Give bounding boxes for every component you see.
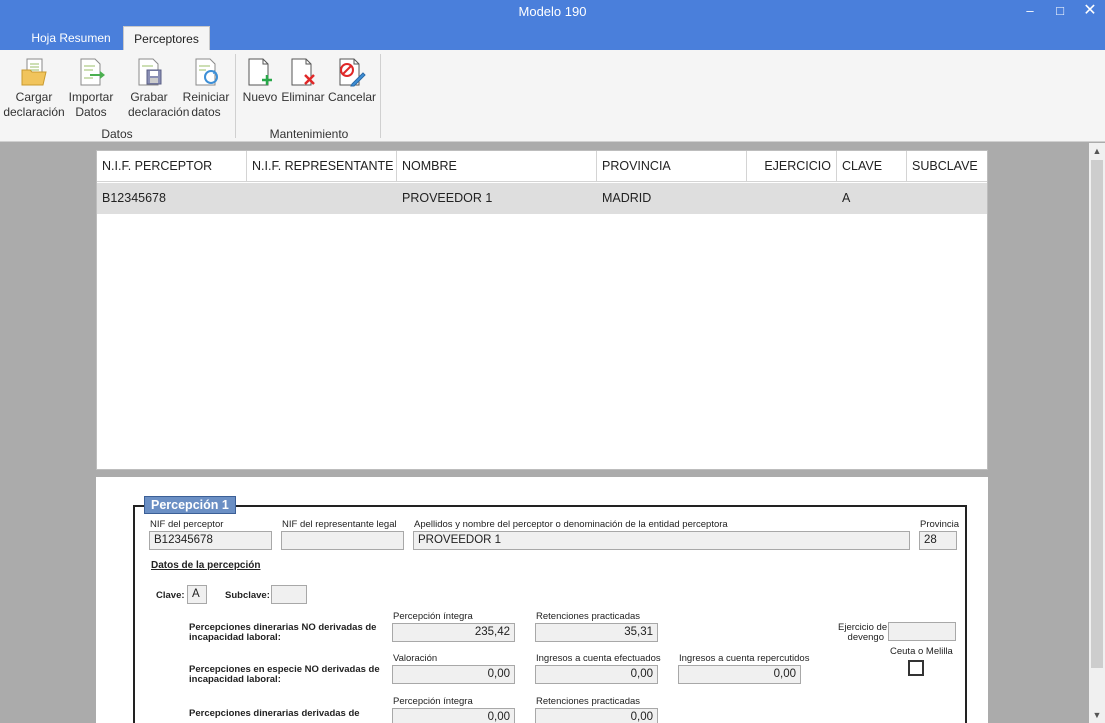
ingresos-efectuados-label: Ingresos a cuenta efectuados xyxy=(536,653,661,664)
nif-perceptor-label: NIF del perceptor xyxy=(150,519,224,530)
cell-provincia: MADRID xyxy=(602,191,652,205)
group-datos-label: Datos xyxy=(101,127,133,141)
folder-document-icon xyxy=(21,58,47,86)
cell-nif-perceptor: B12345678 xyxy=(102,191,166,205)
clave-label: Clave: xyxy=(156,590,185,601)
cancelar-label: Cancelar xyxy=(328,90,377,104)
maximize-button[interactable]: □ xyxy=(1046,1,1074,23)
clave-field[interactable]: A xyxy=(187,585,207,604)
reiniciar-label-2: datos xyxy=(191,105,221,119)
ingresos-repercutidos-label: Ingresos a cuenta repercutidos xyxy=(679,653,810,664)
column-header-provincia[interactable]: PROVINCIA xyxy=(597,151,747,182)
column-header-nif-perceptor[interactable]: N.I.F. PERCEPTOR xyxy=(97,151,247,182)
provincia-field[interactable]: 28 xyxy=(919,531,957,550)
ceuta-melilla-checkbox[interactable] xyxy=(908,660,924,676)
tab-bar: Hoja Resumen Perceptores xyxy=(0,26,1105,50)
scroll-down-arrow-icon[interactable]: ▼ xyxy=(1089,707,1105,723)
cargar-declaracion-button[interactable]: Cargar declaración xyxy=(3,56,65,120)
ribbon-separator xyxy=(235,54,236,138)
ejercicio-devengo-field[interactable] xyxy=(888,622,956,641)
retenciones-incapacidad-label: Retenciones practicadas xyxy=(536,696,641,707)
importar-label-1: Importar xyxy=(68,90,114,104)
column-header-subclave[interactable]: SUBCLAVE xyxy=(907,151,987,182)
reiniciar-datos-button[interactable]: Reiniciar datos xyxy=(181,56,231,120)
vertical-scrollbar[interactable]: ▲ ▼ xyxy=(1089,143,1105,723)
title-bar: Modelo 190 ‒ □ ✕ xyxy=(0,0,1105,26)
cell-nombre: PROVEEDOR 1 xyxy=(402,191,493,205)
tab-perceptores[interactable]: Perceptores xyxy=(123,26,210,50)
percepcion-integra-incapacidad-label: Percepción íntegra xyxy=(393,696,473,707)
nombre-label: Apellidos y nombre del perceptor o denom… xyxy=(414,519,728,530)
column-header-nif-representante[interactable]: N.I.F. REPRESENTANTE xyxy=(247,151,397,182)
delete-document-icon xyxy=(291,58,315,86)
table-row[interactable]: B12345678 PROVEEDOR 1 MADRID A xyxy=(97,183,987,214)
percepciones-dinerarias-incapacidad-label: Percepciones dinerarias derivadas de xyxy=(189,708,360,719)
datos-percepcion-title: Datos de la percepción xyxy=(151,560,261,571)
group-mantenimiento-label: Mantenimiento xyxy=(269,127,349,141)
cell-subclave xyxy=(907,183,987,214)
refresh-document-icon xyxy=(195,58,218,86)
subclave-field[interactable] xyxy=(271,585,307,604)
percepcion-integra-label: Percepción íntegra xyxy=(393,611,473,622)
grabar-declaracion-button[interactable]: Grabar declaración xyxy=(128,56,190,120)
importar-label-2: Datos xyxy=(75,105,107,119)
cell-clave: A xyxy=(842,191,851,205)
reiniciar-label-1: Reiniciar xyxy=(182,90,230,104)
cargar-label-2: declaración xyxy=(3,105,65,119)
percepcion-integra-field[interactable]: 235,42 xyxy=(392,623,515,642)
valoracion-field[interactable]: 0,00 xyxy=(392,665,515,684)
nombre-field[interactable]: PROVEEDOR 1 xyxy=(413,531,910,550)
import-document-icon xyxy=(80,58,105,86)
ingresos-efectuados-field[interactable]: 0,00 xyxy=(535,665,658,684)
eliminar-button[interactable]: Eliminar xyxy=(281,56,325,105)
percepciones-dinerarias-label-2: incapacidad laboral: xyxy=(189,632,281,643)
percepcion-legend: Percepción 1 xyxy=(144,496,236,514)
valoracion-label: Valoración xyxy=(393,653,438,664)
cell-ejercicio xyxy=(747,183,837,214)
eliminar-label: Eliminar xyxy=(281,90,325,104)
provincia-label: Provincia xyxy=(920,519,960,530)
save-document-icon xyxy=(138,58,162,86)
ingresos-repercutidos-field[interactable]: 0,00 xyxy=(678,665,801,684)
cell-nif-representante xyxy=(247,183,397,214)
column-header-ejercicio[interactable]: EJERCICIO xyxy=(747,151,837,182)
cancelar-button[interactable]: Cancelar xyxy=(328,56,377,105)
minimize-button[interactable]: ‒ xyxy=(1016,1,1044,23)
percepcion-form-sheet: Percepción 1 NIF del perceptor B12345678… xyxy=(96,477,988,723)
nif-representante-label: NIF del representante legal xyxy=(282,519,397,530)
percepciones-especie-label-2: incapacidad laboral: xyxy=(189,674,281,685)
subclave-label: Subclave: xyxy=(225,590,270,601)
ribbon-separator-end xyxy=(380,54,381,138)
nif-representante-field[interactable] xyxy=(281,531,404,550)
scrollbar-thumb[interactable] xyxy=(1091,160,1103,668)
nuevo-label: Nuevo xyxy=(242,90,278,104)
close-button[interactable]: ✕ xyxy=(1076,1,1104,23)
grabar-label-2: declaración xyxy=(128,105,190,119)
ceuta-melilla-label: Ceuta o Melilla xyxy=(890,646,953,657)
importar-datos-button[interactable]: Importar Datos xyxy=(66,56,116,120)
ejercicio-devengo-label-2: devengo xyxy=(847,632,884,643)
column-header-clave[interactable]: CLAVE xyxy=(837,151,907,182)
scroll-up-arrow-icon[interactable]: ▲ xyxy=(1089,143,1105,159)
retenciones-incapacidad-field[interactable]: 0,00 xyxy=(535,708,658,723)
nuevo-button[interactable]: Nuevo xyxy=(242,56,278,105)
nif-perceptor-field[interactable]: B12345678 xyxy=(149,531,272,550)
percepcion-integra-incapacidad-field[interactable]: 0,00 xyxy=(392,708,515,723)
grabar-label-1: Grabar xyxy=(130,90,168,104)
new-document-icon xyxy=(248,58,272,86)
cancel-document-icon xyxy=(339,58,366,87)
perceptores-grid: N.I.F. PERCEPTOR N.I.F. REPRESENTANTE NO… xyxy=(96,150,988,470)
window-title: Modelo 190 xyxy=(518,4,587,19)
tab-hoja-resumen[interactable]: Hoja Resumen xyxy=(22,26,120,50)
retenciones-practicadas-label: Retenciones practicadas xyxy=(536,611,641,622)
retenciones-practicadas-field[interactable]: 35,31 xyxy=(535,623,658,642)
cargar-label-1: Cargar xyxy=(15,90,53,104)
column-header-nombre[interactable]: NOMBRE xyxy=(397,151,597,182)
ribbon: Cargar declaración Importar Datos Grabar… xyxy=(0,50,1105,142)
